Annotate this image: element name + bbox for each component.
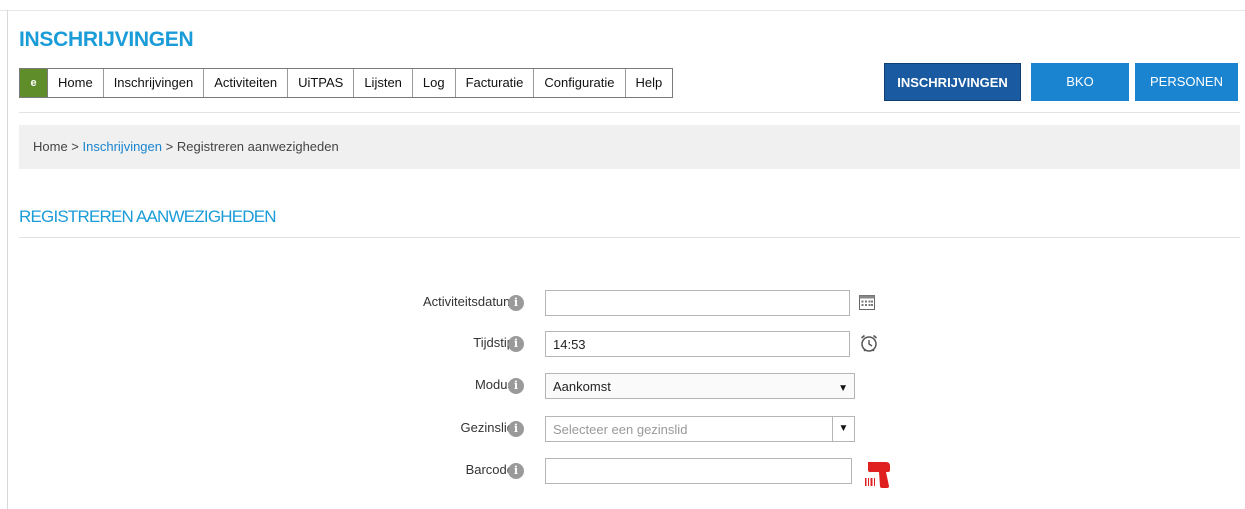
calendar-icon[interactable] — [858, 293, 876, 316]
breadcrumb-home[interactable]: Home — [33, 139, 68, 154]
form-row-gezinslid: Gezinslid i Selecteer een gezinslid ▼ — [0, 416, 1245, 442]
barcode-label: Barcode — [465, 462, 514, 477]
menu-item-facturatie[interactable]: Facturatie — [456, 69, 535, 97]
gezinslid-placeholder: Selecteer een gezinslid — [553, 422, 688, 437]
info-icon[interactable]: i — [508, 421, 524, 437]
menu-item-help[interactable]: Help — [626, 69, 673, 97]
title-divider — [19, 237, 1240, 238]
modus-selected-value: Aankomst — [553, 379, 611, 394]
logo-text: e — [30, 76, 37, 89]
info-icon[interactable]: i — [508, 463, 524, 479]
breadcrumb-separator: > — [67, 139, 83, 154]
app-title: INSCHRIJVINGEN — [19, 28, 194, 51]
breadcrumb: Home > Inschrijvingen > Registreren aanw… — [19, 125, 1240, 169]
menu-item-lijsten[interactable]: Lijsten — [354, 69, 413, 97]
activiteitsdatum-label: Activiteitsdatum — [422, 294, 514, 309]
info-icon[interactable]: i — [508, 378, 524, 394]
personen-module-button[interactable]: PERSONEN — [1135, 63, 1238, 101]
gezinslid-select[interactable]: Selecteer een gezinslid ▼ — [545, 416, 855, 442]
barcode-input[interactable] — [545, 458, 852, 484]
window-top-border — [0, 10, 1245, 11]
info-icon[interactable]: i — [508, 295, 524, 311]
info-icon[interactable]: i — [508, 336, 524, 352]
breadcrumb-current: Registreren aanwezigheden — [176, 139, 339, 154]
form-row-modus: Modus i Aankomst ▼ — [0, 373, 1245, 399]
barcode-scanner-icon[interactable] — [862, 458, 894, 495]
modus-select[interactable]: Aankomst ▼ — [545, 373, 855, 399]
bko-module-button[interactable]: BKO — [1031, 63, 1129, 101]
menu-item-uitpas[interactable]: UiTPAS — [288, 69, 355, 97]
menu-item-configuratie[interactable]: Configuratie — [534, 69, 626, 97]
menu-item-activiteiten[interactable]: Activiteiten — [204, 69, 289, 97]
menu-item-log[interactable]: Log — [413, 69, 456, 97]
breadcrumb-inschrijvingen-link[interactable]: Inschrijvingen — [83, 139, 163, 154]
menu-item-inschrijvingen[interactable]: Inschrijvingen — [104, 69, 205, 97]
form-row-tijdstip: Tijdstip i 14:53 — [0, 331, 1245, 357]
form-row-barcode: Barcode i — [0, 458, 1245, 488]
breadcrumb-separator: > — [162, 139, 177, 154]
menu-item-home[interactable]: Home — [48, 69, 104, 97]
header-divider — [19, 112, 1240, 113]
alarm-clock-icon[interactable] — [859, 333, 879, 358]
chevron-down-icon[interactable]: ▼ — [832, 417, 854, 441]
inschrijvingen-module-button[interactable]: INSCHRIJVINGEN — [884, 63, 1021, 101]
chevron-down-icon: ▼ — [838, 383, 848, 394]
gezinslid-label: Gezinslid — [460, 420, 514, 435]
form-row-activiteitsdatum: Activiteitsdatum i — [0, 290, 1245, 316]
app-logo-icon[interactable]: e — [20, 69, 48, 97]
main-menu: e Home Inschrijvingen Activiteiten UiTPA… — [19, 68, 674, 98]
page-title: REGISTREREN AANWEZIGHEDEN — [19, 207, 277, 226]
activiteitsdatum-input[interactable] — [545, 290, 850, 316]
tijdstip-input[interactable]: 14:53 — [545, 331, 850, 357]
